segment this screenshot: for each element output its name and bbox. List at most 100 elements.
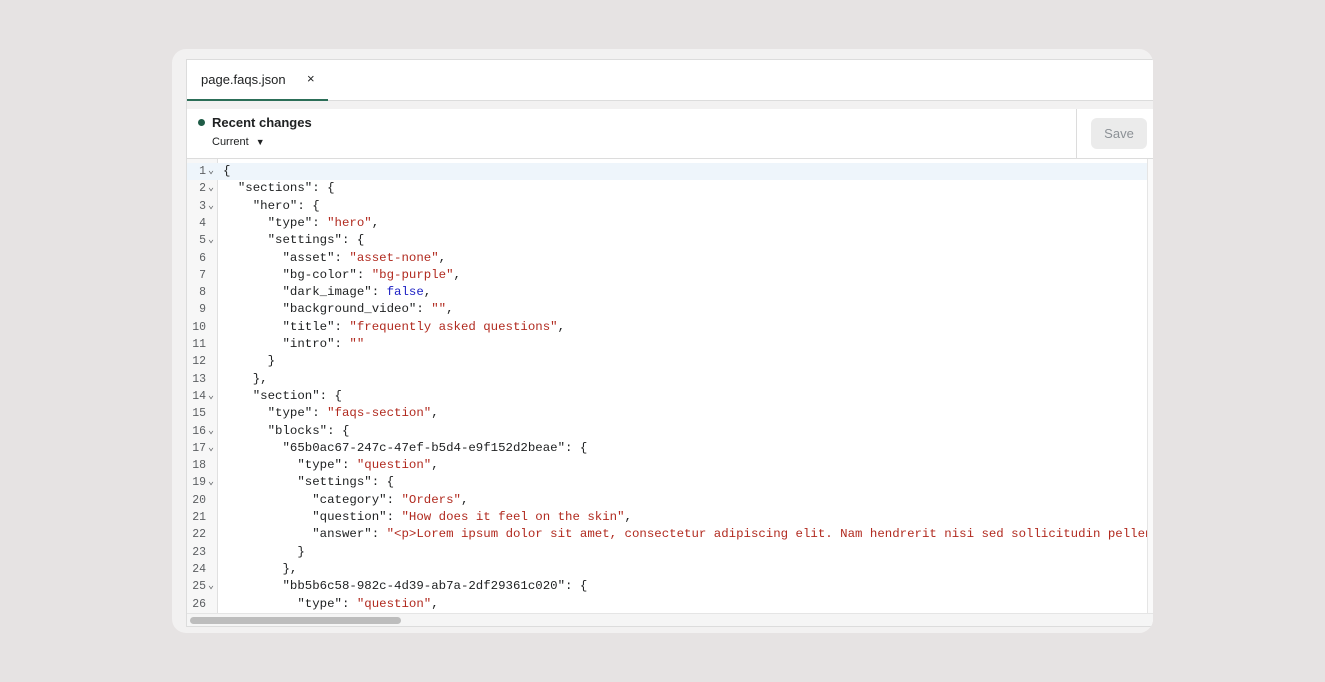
save-button[interactable]: Save bbox=[1091, 118, 1147, 149]
punctuation-token: , bbox=[446, 302, 454, 317]
fold-chevron-icon[interactable]: ⌄ bbox=[208, 578, 214, 595]
code-text: "bg-color": "bg-purple", bbox=[223, 267, 461, 284]
fold-chevron-icon[interactable]: ⌄ bbox=[208, 198, 214, 215]
punctuation-token: , bbox=[557, 319, 566, 334]
code-line[interactable]: 12 } bbox=[187, 353, 1153, 370]
code-line[interactable]: 8 "dark_image": false, bbox=[187, 284, 1153, 301]
punctuation-token: "hero": { bbox=[223, 198, 320, 213]
line-number: 25 bbox=[192, 580, 206, 594]
code-line[interactable]: 21 "question": "How does it feel on the … bbox=[187, 509, 1153, 526]
line-number: 4 bbox=[199, 216, 206, 230]
line-number: 2 bbox=[199, 182, 206, 196]
code-line[interactable]: 1 ⌄ { bbox=[187, 163, 1153, 181]
code-line[interactable]: 15 "type": "faqs-section", bbox=[187, 405, 1153, 422]
code-text: "type": "hero", bbox=[223, 215, 380, 232]
code-text: "sections": { bbox=[223, 180, 335, 197]
line-number: 26 bbox=[192, 597, 206, 611]
code-line[interactable]: 10 "title": "frequently asked questions"… bbox=[187, 319, 1153, 336]
punctuation-token: , bbox=[460, 492, 469, 507]
punctuation-token: , bbox=[431, 596, 439, 611]
code-text: "settings": { bbox=[223, 232, 365, 249]
punctuation-token: { bbox=[223, 164, 231, 178]
code-text: }, bbox=[223, 561, 297, 578]
fold-chevron-icon[interactable]: ⌄ bbox=[208, 388, 214, 405]
string-token: "Orders" bbox=[401, 492, 461, 507]
punctuation-token: , bbox=[438, 250, 447, 265]
code-text: "type": "question", bbox=[223, 457, 439, 474]
scrollbar-thumb[interactable] bbox=[190, 617, 401, 624]
code-text: "blocks": { bbox=[223, 423, 350, 440]
code-line[interactable]: 3 ⌄ "hero": { bbox=[187, 198, 1153, 215]
punctuation-token: "asset": bbox=[223, 250, 350, 265]
tab-page-faqs-json[interactable]: page.faqs.json × bbox=[187, 60, 328, 101]
code-line[interactable]: 7 "bg-color": "bg-purple", bbox=[187, 267, 1153, 284]
code-line[interactable]: 24 }, bbox=[187, 561, 1153, 578]
code-line[interactable]: 5 ⌄ "settings": { bbox=[187, 232, 1153, 249]
punctuation-token: "blocks": { bbox=[223, 423, 350, 438]
status-dot-icon bbox=[198, 119, 205, 126]
code-line[interactable]: 17 ⌄ "65b0ac67-247c-47ef-b5d4-e9f152d2bea… bbox=[187, 440, 1153, 457]
tab-toolbar-gap bbox=[187, 101, 1153, 109]
punctuation-token: }, bbox=[223, 371, 268, 386]
punctuation-token: "type": bbox=[223, 215, 328, 230]
fold-chevron-icon[interactable]: ⌄ bbox=[208, 474, 214, 491]
code-line[interactable]: 22 "answer": "<p>Lorem ipsum dolor sit a… bbox=[187, 526, 1153, 543]
fold-chevron-icon[interactable]: ⌄ bbox=[208, 423, 214, 440]
punctuation-token: } bbox=[223, 354, 276, 369]
line-number: 19 bbox=[192, 476, 206, 490]
caret-down-icon: ▼ bbox=[255, 137, 265, 147]
fold-chevron-icon[interactable]: ⌄ bbox=[208, 163, 214, 180]
fold-chevron-icon[interactable]: ⌄ bbox=[208, 232, 214, 249]
code-line[interactable]: 26 "type": "question", bbox=[187, 596, 1153, 613]
code-line[interactable]: 19 ⌄ "settings": { bbox=[187, 474, 1153, 491]
code-line[interactable]: 2 ⌄ "sections": { bbox=[187, 180, 1153, 197]
code-text: "asset": "asset-none", bbox=[223, 250, 446, 267]
code-line[interactable]: 11 "intro": "" bbox=[187, 336, 1153, 353]
code-area[interactable]: 1 ⌄{2 ⌄ "sections": {3 ⌄ "hero": {4 "type":… bbox=[187, 159, 1153, 613]
punctuation-token: "bg-color": bbox=[223, 267, 372, 282]
string-token: "question" bbox=[356, 458, 432, 473]
code-text: "background_video": "", bbox=[223, 301, 454, 318]
code-line[interactable]: 20 "category": "Orders", bbox=[187, 492, 1153, 509]
horizontal-scrollbar[interactable] bbox=[187, 613, 1153, 626]
line-number: 24 bbox=[192, 562, 206, 576]
line-number: 18 bbox=[192, 459, 206, 473]
code-text: "section": { bbox=[223, 388, 342, 405]
punctuation-token: } bbox=[223, 544, 305, 559]
code-line[interactable]: 23 } bbox=[187, 544, 1153, 561]
punctuation-token: "category": bbox=[223, 492, 402, 507]
punctuation-token: , bbox=[431, 458, 439, 473]
code-line[interactable]: 13 }, bbox=[187, 371, 1153, 388]
line-number: 3 bbox=[199, 199, 206, 213]
punctuation-token: "sections": { bbox=[223, 181, 335, 196]
punctuation-token: "type": bbox=[223, 596, 357, 611]
line-number: 9 bbox=[199, 303, 206, 317]
code-line[interactable]: 25 ⌄ "bb5b6c58-982c-4d39-ab7a-2df29361c02… bbox=[187, 578, 1153, 595]
version-dropdown[interactable]: Current ▼ bbox=[212, 136, 265, 148]
fold-chevron-icon[interactable]: ⌄ bbox=[208, 440, 214, 457]
code-line[interactable]: 16 ⌄ "blocks": { bbox=[187, 423, 1153, 440]
line-number: 1 bbox=[199, 165, 206, 178]
string-token: "faqs-section" bbox=[327, 406, 432, 421]
string-token: "How does it feel on the skin" bbox=[401, 510, 625, 524]
line-number: 6 bbox=[199, 251, 206, 265]
code-line[interactable]: 4 "type": "hero", bbox=[187, 215, 1153, 232]
code-line[interactable]: 9 "background_video": "", bbox=[187, 301, 1153, 318]
code-text: } bbox=[223, 544, 305, 561]
line-number: 8 bbox=[199, 286, 206, 300]
punctuation-token: "intro": bbox=[223, 337, 350, 351]
punctuation-token: , bbox=[453, 267, 461, 282]
code-text: "hero": { bbox=[223, 198, 320, 215]
vertical-scrollbar-track[interactable] bbox=[1147, 159, 1153, 613]
close-icon[interactable]: × bbox=[307, 71, 315, 86]
punctuation-token: }, bbox=[223, 561, 298, 576]
code-line[interactable]: 14 ⌄ "section": { bbox=[187, 388, 1153, 405]
punctuation-token: "settings": { bbox=[223, 233, 365, 248]
code-editor-frame: page.faqs.json × Recent changes Current ▼… bbox=[186, 59, 1153, 627]
punctuation-token: , bbox=[431, 406, 439, 421]
fold-chevron-icon[interactable]: ⌄ bbox=[208, 180, 214, 197]
punctuation-token: "answer": bbox=[223, 527, 387, 542]
code-line[interactable]: 6 "asset": "asset-none", bbox=[187, 250, 1153, 267]
line-number: 5 bbox=[199, 234, 206, 248]
code-line[interactable]: 18 "type": "question", bbox=[187, 457, 1153, 474]
